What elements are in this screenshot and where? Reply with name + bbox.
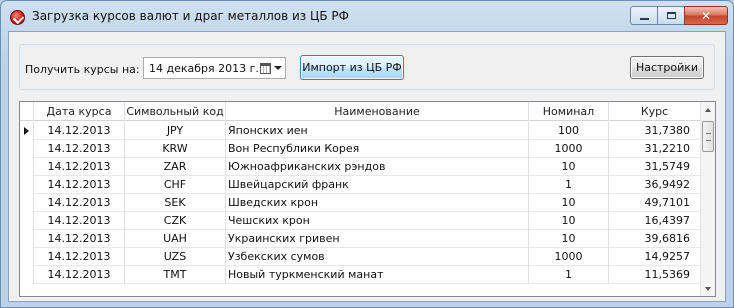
cell-name[interactable]: Украинских гривен	[226, 230, 529, 248]
app-window: Загрузка курсов валют и драг металлов из…	[0, 0, 734, 308]
date-dropdown-button[interactable]	[257, 59, 284, 77]
arrow-down-icon	[705, 286, 711, 291]
maximize-icon	[666, 12, 676, 19]
current-row-arrow-icon	[24, 127, 29, 135]
cell-date[interactable]: 14.12.2013	[34, 158, 125, 176]
chevron-down-icon	[273, 66, 282, 70]
window-controls: ✕	[630, 6, 728, 25]
minimize-icon	[639, 17, 649, 20]
rates-table[interactable]: Дата курса Символьный код Наименование Н…	[19, 101, 716, 297]
close-icon: ✕	[700, 8, 712, 23]
minimize-button[interactable]	[630, 6, 658, 25]
row-indicator-cell[interactable]	[20, 140, 34, 158]
table-row[interactable]: 14.12.2013 CHF Швейцарский франк 1 36,9492	[20, 176, 701, 194]
cell-nominal[interactable]: 10	[529, 158, 609, 176]
table-row[interactable]: 14.12.2013 ZAR Южноафриканских рэндов 10 31,…	[20, 158, 701, 176]
scroll-thumb[interactable]	[702, 121, 714, 152]
cell-rate[interactable]: 31,7380	[609, 122, 701, 140]
app-logo-icon[interactable]	[10, 10, 25, 25]
cell-code[interactable]: CZK	[125, 212, 226, 230]
client-area: Получить курсы на: 14 декабря 2013 г. Им…	[8, 31, 726, 302]
cell-date[interactable]: 14.12.2013	[34, 230, 125, 248]
column-header-nominal[interactable]: Номинал	[529, 102, 609, 121]
cell-code[interactable]: ZAR	[125, 158, 226, 176]
cell-nominal[interactable]: 10	[529, 194, 609, 212]
column-header-name[interactable]: Наименование	[226, 102, 529, 121]
column-header-rate[interactable]: Курс	[609, 102, 701, 121]
cell-name[interactable]: Японских иен	[226, 122, 529, 140]
cell-code[interactable]: SEK	[125, 194, 226, 212]
cell-nominal[interactable]: 1	[529, 176, 609, 194]
close-button[interactable]: ✕	[684, 6, 728, 25]
row-indicator-cell[interactable]	[20, 176, 34, 194]
table-header: Дата курса Символьный код Наименование Н…	[20, 102, 701, 121]
row-indicator-cell[interactable]	[20, 122, 34, 140]
column-header-date[interactable]: Дата курса	[34, 102, 125, 121]
row-indicator-cell[interactable]	[20, 158, 34, 176]
table-row[interactable]: 14.12.2013 CZK Чешских крон 10 16,4397	[20, 212, 701, 230]
cell-nominal[interactable]: 10	[529, 230, 609, 248]
table-row[interactable]: 14.12.2013 SEK Шведских крон 10 49,7101	[20, 194, 701, 212]
table-row[interactable]: 14.12.2013 TMT Новый туркменский манат 1 11,…	[20, 266, 701, 284]
cell-date[interactable]: 14.12.2013	[34, 122, 125, 140]
header-indicator-cell	[20, 102, 34, 121]
date-value[interactable]: 14 декабря 2013 г.	[149, 62, 259, 75]
scroll-up-button[interactable]	[701, 102, 715, 117]
cell-date[interactable]: 14.12.2013	[34, 212, 125, 230]
cell-name[interactable]: Чешских крон	[226, 212, 529, 230]
maximize-button[interactable]	[657, 6, 685, 25]
cell-date[interactable]: 14.12.2013	[34, 176, 125, 194]
cell-rate[interactable]: 11,5369	[609, 266, 701, 284]
cell-date[interactable]: 14.12.2013	[34, 248, 125, 266]
cell-rate[interactable]: 39,6816	[609, 230, 701, 248]
cell-nominal[interactable]: 1	[529, 266, 609, 284]
cell-nominal[interactable]: 100	[529, 122, 609, 140]
window-title: Загрузка курсов валют и драг металлов из…	[32, 9, 349, 23]
cell-nominal[interactable]: 1000	[529, 248, 609, 266]
row-indicator-cell[interactable]	[20, 230, 34, 248]
cell-rate[interactable]: 31,2210	[609, 140, 701, 158]
table-row[interactable]: 14.12.2013 UZS Узбекских сумов 1000 14,9257	[20, 248, 701, 266]
cell-name[interactable]: Вон Республики Корея	[226, 140, 529, 158]
scroll-down-button[interactable]	[701, 281, 715, 296]
cell-name[interactable]: Узбекских сумов	[226, 248, 529, 266]
cell-code[interactable]: CHF	[125, 176, 226, 194]
row-indicator-cell[interactable]	[20, 266, 34, 284]
title-bar[interactable]: Загрузка курсов валют и драг металлов из…	[1, 1, 733, 31]
calendar-icon	[259, 62, 271, 74]
table-row[interactable]: 14.12.2013 KRW Вон Республики Корея 1000 31,…	[20, 140, 701, 158]
cell-date[interactable]: 14.12.2013	[34, 266, 125, 284]
cell-rate[interactable]: 14,9257	[609, 248, 701, 266]
row-indicator-cell[interactable]	[20, 248, 34, 266]
cell-code[interactable]: TMT	[125, 266, 226, 284]
cell-nominal[interactable]: 1000	[529, 140, 609, 158]
cell-name[interactable]: Новый туркменский манат	[226, 266, 529, 284]
cell-code[interactable]: UAH	[125, 230, 226, 248]
get-rates-label: Получить курсы на:	[25, 63, 140, 76]
cell-date[interactable]: 14.12.2013	[34, 140, 125, 158]
cell-nominal[interactable]: 10	[529, 212, 609, 230]
cell-code[interactable]: JPY	[125, 122, 226, 140]
settings-button[interactable]: Настройки	[630, 56, 704, 79]
row-indicator-cell[interactable]	[20, 194, 34, 212]
cell-name[interactable]: Южноафриканских рэндов	[226, 158, 529, 176]
date-picker[interactable]: 14 декабря 2013 г.	[143, 57, 286, 79]
cell-name[interactable]: Шведских крон	[226, 194, 529, 212]
column-header-code[interactable]: Символьный код	[125, 102, 226, 121]
row-indicator-cell[interactable]	[20, 212, 34, 230]
cell-rate[interactable]: 49,7101	[609, 194, 701, 212]
cell-rate[interactable]: 31,5749	[609, 158, 701, 176]
vertical-scrollbar[interactable]	[700, 102, 715, 296]
import-button[interactable]: Импорт из ЦБ РФ	[300, 55, 404, 80]
cell-rate[interactable]: 16,4397	[609, 212, 701, 230]
cell-code[interactable]: UZS	[125, 248, 226, 266]
arrow-up-icon	[705, 107, 711, 112]
cell-rate[interactable]: 36,9492	[609, 176, 701, 194]
cell-date[interactable]: 14.12.2013	[34, 194, 125, 212]
table-row[interactable]: 14.12.2013 UAH Украинских гривен 10 39,6816	[20, 230, 701, 248]
cell-name[interactable]: Швейцарский франк	[226, 176, 529, 194]
cell-code[interactable]: KRW	[125, 140, 226, 158]
table-row[interactable]: 14.12.2013 JPY Японских иен 100 31,7380	[20, 122, 701, 140]
